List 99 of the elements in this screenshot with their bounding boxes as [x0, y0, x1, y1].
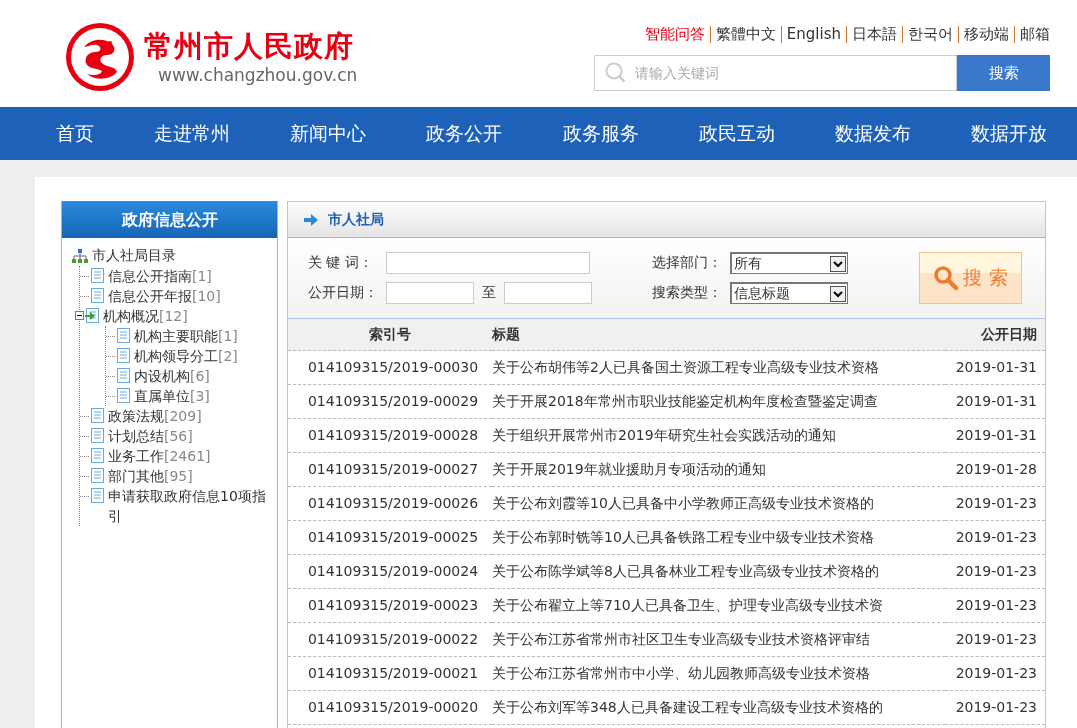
table-cell: 014109315/2019-00026 — [288, 486, 492, 521]
table-cell: 2019-01-23 — [945, 690, 1045, 725]
tree-item[interactable]: 计划总结[56] — [108, 426, 193, 446]
nav-item[interactable]: 政务公开 — [426, 120, 503, 147]
tree-item[interactable]: 政策法规[209] — [108, 406, 202, 426]
top-link[interactable]: 日本語 — [852, 24, 897, 44]
search-icon — [933, 265, 960, 291]
tree-item[interactable]: 部门其他[95] — [108, 466, 193, 486]
table-cell: 2019-01-31 — [945, 350, 1045, 385]
site-url: www.changzhou.gov.cn — [158, 63, 358, 86]
date-label: 公开日期： — [308, 284, 379, 302]
top-link[interactable]: English — [786, 25, 841, 43]
table-cell: 014109315/2019-00028 — [288, 418, 492, 453]
nav-item[interactable]: 新闻中心 — [290, 120, 367, 147]
tree-item[interactable]: 内设机构[6] — [134, 366, 210, 386]
caret-icon — [830, 255, 846, 272]
document-icon — [90, 428, 105, 443]
column-header: 标题 — [492, 319, 945, 351]
top-link[interactable]: 한국어 — [908, 24, 953, 44]
table-link[interactable]: 关于公布翟立上等710人已具备卫生、护理专业高级专业技术资 — [492, 588, 945, 623]
document-icon — [90, 468, 105, 483]
document-icon — [90, 408, 105, 423]
table-cell: 014109315/2019-00020 — [288, 690, 492, 725]
table-cell: 014109315/2019-00029 — [288, 384, 492, 419]
table-link[interactable]: 关于公布胡伟等2人已具备国土资源工程专业高级专业技术资格 — [492, 350, 945, 385]
dragon-emblem-icon — [64, 20, 136, 93]
tree-item[interactable]: 信息公开指南[1] — [108, 266, 212, 286]
collapse-icon[interactable] — [75, 311, 84, 320]
document-icon — [90, 288, 105, 303]
document-icon — [90, 448, 105, 463]
table-cell: 2019-01-23 — [945, 554, 1045, 589]
table-cell: 2019-01-23 — [945, 656, 1045, 691]
table-cell: 2019-01-28 — [945, 452, 1045, 487]
table-cell: 014109315/2019-00021 — [288, 656, 492, 691]
nav-item[interactable]: 走进常州 — [154, 120, 231, 147]
document-icon — [116, 388, 131, 403]
keyword-field[interactable] — [386, 252, 590, 274]
table-cell: 014109315/2019-00023 — [288, 588, 492, 623]
table-link[interactable]: 关于开展2018年常州市职业技能鉴定机构年度检查暨鉴定调查 — [492, 384, 945, 419]
table-cell: 014109315/2019-00025 — [288, 520, 492, 555]
document-icon — [116, 368, 131, 383]
site-title: 常州市人民政府 — [144, 27, 355, 64]
document-icon — [116, 348, 131, 363]
tree-item[interactable]: 申请获取政府信息10项指引 — [108, 486, 271, 526]
nav-item[interactable]: 政民互动 — [698, 120, 775, 147]
date-separator: 至 — [482, 284, 496, 302]
table-cell: 2019-01-23 — [945, 486, 1045, 521]
column-header: 公开日期 — [945, 319, 1045, 351]
top-link[interactable]: 智能问答 — [644, 24, 705, 44]
table-cell: 014109315/2019-00027 — [288, 452, 492, 487]
table-cell: 014109315/2019-00030 — [288, 350, 492, 385]
nav-item[interactable]: 政务服务 — [562, 120, 639, 147]
department-label: 选择部门： — [652, 254, 723, 272]
caret-icon — [830, 285, 846, 302]
table-cell: 2019-01-31 — [945, 384, 1045, 419]
table-link[interactable]: 关于公布江苏省常州市中小学、幼儿园教师高级专业技术资格 — [492, 656, 945, 691]
sidebar-title: 政府信息公开 — [62, 201, 277, 238]
table-cell: 2019-01-23 — [945, 588, 1045, 623]
table-cell: 2019-01-23 — [945, 622, 1045, 657]
table-cell: 014109315/2019-00024 — [288, 554, 492, 589]
arrow-icon — [304, 213, 318, 226]
top-link[interactable]: 繁體中文 — [715, 24, 776, 44]
table-link[interactable]: 关于公布陈学斌等8人已具备林业工程专业高级专业技术资格的 — [492, 554, 945, 589]
table-cell: 014109315/2019-00022 — [288, 622, 492, 657]
table-cell: 2019-01-31 — [945, 418, 1045, 453]
nav-item[interactable]: 首页 — [56, 120, 94, 147]
tree-item[interactable]: 业务工作[2461] — [108, 446, 211, 466]
column-header: 索引号 — [288, 319, 492, 351]
table-link[interactable]: 关于公布刘军等348人已具备建设工程专业高级专业技术资格的 — [492, 690, 945, 725]
search-type-select[interactable]: 信息标题 — [730, 282, 848, 304]
search-type-label: 搜索类型： — [652, 284, 723, 302]
table-link[interactable]: 关于公布郭时铣等10人已具备铁路工程专业中级专业技术资格 — [492, 520, 945, 555]
tree-root-label[interactable]: 市人社局目录 — [92, 247, 176, 265]
search-field[interactable]: 请输入关键词 — [594, 55, 957, 91]
search-button[interactable]: 搜索 — [957, 55, 1050, 91]
tree-item[interactable]: 机构领导分工[2] — [134, 346, 238, 366]
search-icon — [604, 61, 628, 85]
table-cell: 2019-01-23 — [945, 520, 1045, 555]
table-link[interactable]: 关于开展2019年就业援助月专项活动的通知 — [492, 452, 945, 487]
tree-item[interactable]: 机构概况[12] — [103, 306, 188, 326]
top-link[interactable]: 邮箱 — [1020, 24, 1050, 44]
start-date-field[interactable] — [386, 282, 474, 304]
top-link[interactable]: 移动端 — [964, 24, 1009, 44]
department-select[interactable]: 所有 — [730, 252, 848, 274]
nav-item[interactable]: 数据开放 — [971, 120, 1047, 147]
document-icon — [116, 328, 131, 343]
table-link[interactable]: 关于组织开展常州市2019年研究生社会实践活动的通知 — [492, 418, 945, 453]
keyword-label: 关 键 词： — [308, 254, 374, 272]
tree-item[interactable]: 直属单位[3] — [134, 386, 210, 406]
table-link[interactable]: 关于公布江苏省常州市社区卫生专业高级专业技术资格评审结 — [492, 622, 945, 657]
document-icon — [90, 268, 105, 283]
table-link[interactable]: 关于公布刘霞等10人已具备中小学教师正高级专业技术资格的 — [492, 486, 945, 521]
hierarchy-icon — [72, 249, 88, 263]
tree-item[interactable]: 信息公开年报[10] — [108, 286, 221, 306]
panel-title: 市人社局 — [328, 210, 384, 229]
document-icon — [90, 488, 105, 503]
end-date-field[interactable] — [504, 282, 592, 304]
nav-item[interactable]: 数据发布 — [834, 120, 911, 147]
tree-item[interactable]: 机构主要职能[1] — [134, 326, 238, 346]
